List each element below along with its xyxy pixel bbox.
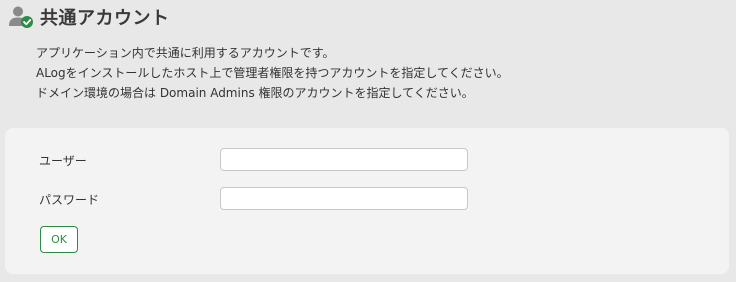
account-form: ユーザー パスワード OK <box>5 128 729 274</box>
user-input[interactable] <box>220 148 468 171</box>
description: アプリケーション内で共通に利用するアカウントです。 ALogをインストールしたホ… <box>36 43 509 103</box>
description-line: ALogをインストールしたホスト上で管理者権限を持つアカウントを指定してください… <box>36 66 509 80</box>
description-line: ドメイン環境の場合は Domain Admins 権限のアカウントを指定してくだ… <box>36 86 474 100</box>
ok-button[interactable]: OK <box>40 226 78 253</box>
user-label: ユーザー <box>39 154 87 168</box>
user-check-icon <box>8 5 34 29</box>
password-label: パスワード <box>39 193 100 207</box>
description-line: アプリケーション内で共通に利用するアカウントです。 <box>36 46 335 60</box>
page-header: 共通アカウント <box>8 5 170 29</box>
password-input[interactable] <box>220 187 468 210</box>
page-title: 共通アカウント <box>40 8 170 29</box>
